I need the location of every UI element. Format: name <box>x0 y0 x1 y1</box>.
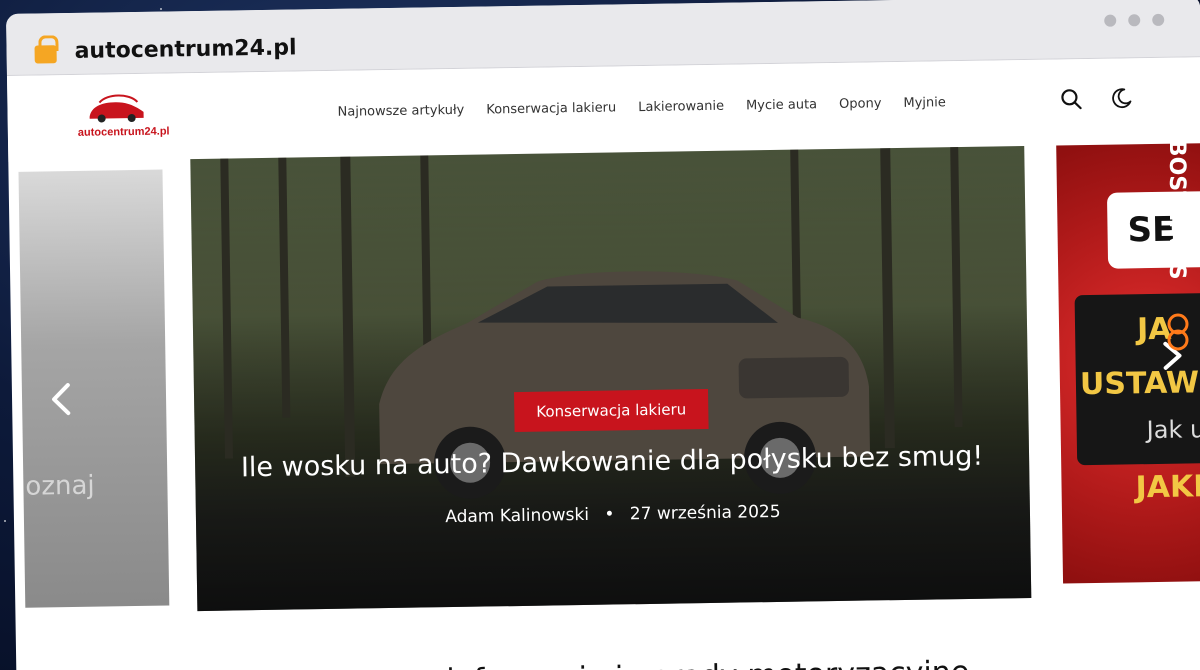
slide-next-text: JAKI <box>1135 469 1200 506</box>
nav-item-najnowsze-artykuly[interactable]: Najnowsze artykuły <box>337 103 464 120</box>
article-meta: Adam Kalinowski • 27 września 2025 <box>196 498 1030 531</box>
guestbostlinks-watermark: GUESTBOSTLINKS <box>1164 58 1189 351</box>
watermark-text: GUESTBOSTLINKS <box>1164 58 1189 280</box>
category-badge[interactable]: Konserwacja lakieru <box>514 389 709 433</box>
site-logo[interactable]: autocentrum24.pl <box>77 91 170 142</box>
tree-trunk <box>880 148 895 449</box>
tree-trunk <box>220 158 234 459</box>
chevron-left-icon[interactable] <box>48 381 75 417</box>
window-dot-icon[interactable] <box>1104 14 1117 27</box>
url-text[interactable]: autocentrum24.pl <box>74 35 296 63</box>
window-dot-icon[interactable] <box>1128 14 1141 27</box>
car-logo-icon <box>89 94 144 123</box>
article-title[interactable]: Ile wosku na auto? Dawkowanie dla połysk… <box>195 440 1029 484</box>
nav-item-opony[interactable]: Opony <box>839 96 882 112</box>
hero-slider: oznaj Konserwacja lakieru Ile wosku na a… <box>8 143 1200 622</box>
nav-item-mycie-auta[interactable]: Mycie auta <box>746 97 817 113</box>
browser-window: autocentrum24.pl autocentrum24.pl Najnow… <box>6 0 1200 670</box>
article-date: 27 września 2025 <box>629 501 781 525</box>
tree-trunk <box>278 157 291 418</box>
window-dot-icon[interactable] <box>1152 13 1165 26</box>
nav-item-lakierowanie[interactable]: Lakierowanie <box>638 99 724 115</box>
article-author[interactable]: Adam Kalinowski <box>445 505 589 527</box>
lock-icon <box>34 45 57 64</box>
tree-trunk <box>340 156 356 477</box>
moon-icon[interactable] <box>1109 86 1133 110</box>
tree-trunk <box>950 147 963 428</box>
section-heading: informacje i porady motoryzacyjne <box>446 655 969 670</box>
nav-item-konserwacja-lakieru[interactable]: Konserwacja lakieru <box>486 100 616 117</box>
slide-current[interactable]: Konserwacja lakieru Ile wosku na auto? D… <box>190 146 1032 612</box>
window-controls <box>1104 13 1165 27</box>
logo-text: autocentrum24.pl <box>77 125 170 139</box>
slide-previous[interactable]: oznaj <box>18 169 170 608</box>
slide-next-text: Jak u <box>1146 415 1200 445</box>
main-nav: Najnowsze artykuły Konserwacja lakieru L… <box>337 95 945 120</box>
slide-previous-text: oznaj <box>25 470 95 502</box>
search-icon[interactable] <box>1059 87 1083 111</box>
nav-item-myjnie[interactable]: Myjnie <box>903 95 946 111</box>
meta-separator: • <box>604 504 615 525</box>
